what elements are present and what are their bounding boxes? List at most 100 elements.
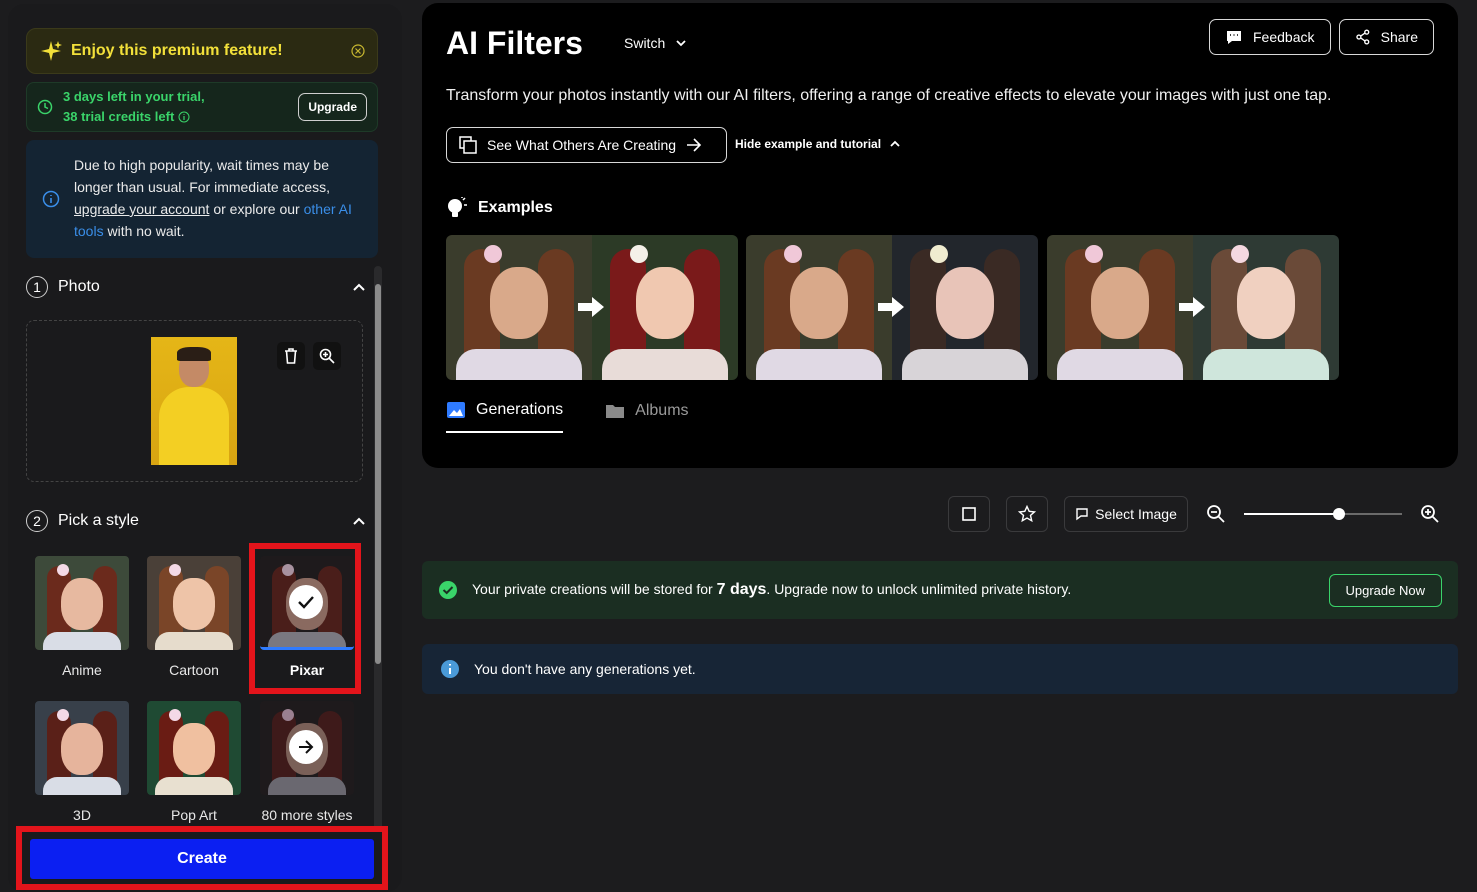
switch-label: Switch bbox=[624, 35, 666, 51]
examples-header: Examples bbox=[446, 197, 553, 219]
share-button[interactable]: Share bbox=[1339, 19, 1434, 55]
page-description: Transform your photos instantly with our… bbox=[446, 87, 1332, 104]
page-title: AI Filters bbox=[446, 25, 583, 61]
sparkle-icon bbox=[41, 41, 62, 61]
style-option-cartoon[interactable]: Cartoon bbox=[147, 556, 241, 678]
arrow-right-icon bbox=[299, 740, 314, 754]
zoom-in-icon bbox=[319, 348, 335, 364]
zoom-slider[interactable] bbox=[1244, 508, 1402, 520]
close-icon[interactable] bbox=[351, 44, 365, 58]
empty-state-message: You don't have any generations yet. bbox=[474, 661, 696, 677]
switch-dropdown[interactable]: Switch bbox=[624, 35, 687, 51]
style-label: Anime bbox=[62, 662, 102, 678]
example-card[interactable] bbox=[1047, 235, 1339, 380]
storage-message: Your private creations will be stored fo… bbox=[472, 581, 1072, 598]
trial-status: 3 days left in your trial, 38 trial cred… bbox=[26, 82, 378, 132]
chevron-up-icon bbox=[890, 140, 900, 147]
info-icon bbox=[42, 190, 60, 208]
style-label: 3D bbox=[73, 807, 91, 823]
examples-title: Examples bbox=[478, 199, 553, 216]
zoom-in-icon[interactable] bbox=[1420, 504, 1440, 524]
clock-icon bbox=[37, 99, 53, 115]
tab-albums[interactable]: Albums bbox=[605, 401, 689, 433]
step-title: Photo bbox=[58, 278, 100, 295]
zoom-out-icon[interactable] bbox=[1206, 504, 1226, 524]
select-all-checkbox[interactable] bbox=[948, 496, 990, 532]
tab-generations[interactable]: Generations bbox=[446, 401, 564, 433]
arrow-right-icon bbox=[878, 297, 904, 317]
example-card[interactable] bbox=[446, 235, 738, 380]
hide-tutorial-toggle[interactable]: Hide example and tutorial bbox=[735, 137, 901, 151]
notice-text: Due to high popularity, wait times may b… bbox=[74, 157, 331, 195]
arrow-right-icon bbox=[687, 138, 702, 152]
content-tabs: Generations Albums bbox=[446, 401, 689, 433]
check-circle-icon bbox=[439, 581, 457, 599]
gallery-icon bbox=[459, 136, 477, 154]
upgrade-now-button[interactable]: Upgrade Now bbox=[1328, 573, 1442, 607]
select-image-button[interactable]: Select Image bbox=[1064, 496, 1188, 532]
zoom-photo-button[interactable] bbox=[313, 342, 341, 370]
style-thumbnail bbox=[35, 701, 129, 795]
step-style-header[interactable]: 2 Pick a style bbox=[26, 509, 366, 533]
style-label: Pop Art bbox=[171, 807, 217, 823]
storage-banner: Your private creations will be stored fo… bbox=[422, 561, 1458, 619]
delete-photo-button[interactable] bbox=[277, 342, 305, 370]
chevron-up-icon[interactable] bbox=[352, 282, 366, 292]
step-number: 2 bbox=[26, 510, 48, 532]
wait-time-notice: Due to high popularity, wait times may b… bbox=[26, 140, 378, 258]
tab-label: Albums bbox=[635, 402, 689, 419]
style-thumbnail bbox=[147, 556, 241, 650]
trash-icon bbox=[285, 348, 297, 364]
trial-days-left: 3 days left in your trial, bbox=[63, 89, 205, 104]
step-title: Pick a style bbox=[58, 512, 139, 529]
message-icon bbox=[1227, 31, 1241, 44]
notice-text-2: or explore our bbox=[209, 201, 304, 217]
feedback-button[interactable]: Feedback bbox=[1209, 19, 1331, 55]
premium-banner: Enjoy this premium feature! bbox=[26, 28, 378, 74]
zoom-slider-handle[interactable] bbox=[1332, 508, 1345, 520]
step-number: 1 bbox=[26, 276, 48, 298]
square-icon bbox=[962, 507, 976, 521]
style-option-anime[interactable]: Anime bbox=[35, 556, 129, 678]
arrow-right-icon bbox=[578, 297, 604, 317]
more-styles-button[interactable]: 80 more styles bbox=[260, 701, 354, 823]
lightbulb-icon bbox=[448, 197, 467, 217]
upgrade-button[interactable]: Upgrade bbox=[298, 93, 367, 121]
notice-text-3: with no wait. bbox=[103, 223, 185, 239]
style-label: 80 more styles bbox=[261, 807, 353, 823]
upgrade-account-link[interactable]: upgrade your account bbox=[74, 201, 209, 217]
photo-dropzone[interactable] bbox=[26, 320, 363, 482]
empty-state: You don't have any generations yet. bbox=[422, 644, 1458, 694]
create-highlight bbox=[16, 826, 388, 890]
style-thumbnail bbox=[260, 701, 354, 795]
style-thumbnail bbox=[35, 556, 129, 650]
folder-icon bbox=[606, 405, 625, 418]
select-icon bbox=[1076, 508, 1088, 521]
share-label: Share bbox=[1380, 29, 1418, 45]
trial-credits-left: 38 trial credits left bbox=[63, 109, 175, 124]
info-icon[interactable] bbox=[178, 111, 190, 123]
arrow-right-icon bbox=[1179, 297, 1205, 317]
sidebar-scrollbar[interactable] bbox=[374, 266, 382, 832]
style-option-pop-art[interactable]: Pop Art bbox=[147, 701, 241, 823]
step-photo-header[interactable]: 1 Photo bbox=[26, 275, 366, 299]
pixar-highlight bbox=[249, 543, 361, 694]
hide-tutorial-label: Hide example and tutorial bbox=[735, 137, 882, 151]
style-thumbnail bbox=[147, 701, 241, 795]
see-others-button[interactable]: See What Others Are Creating bbox=[446, 127, 727, 163]
premium-text: Enjoy this premium feature! bbox=[71, 42, 283, 59]
star-icon bbox=[1018, 505, 1036, 523]
style-option-3d[interactable]: 3D bbox=[35, 701, 129, 823]
info-icon bbox=[441, 660, 459, 678]
share-icon bbox=[1356, 29, 1370, 45]
chevron-down-icon bbox=[676, 40, 686, 47]
see-others-label: See What Others Are Creating bbox=[487, 137, 677, 153]
style-label: Cartoon bbox=[169, 662, 219, 678]
chevron-up-icon[interactable] bbox=[352, 516, 366, 526]
main-panel: AI Filters Switch Feedback Share Transfo… bbox=[422, 3, 1458, 468]
favorites-button[interactable] bbox=[1006, 496, 1048, 532]
example-card[interactable] bbox=[746, 235, 1038, 380]
tab-label: Generations bbox=[476, 401, 564, 418]
sidebar: Enjoy this premium feature! 3 days left … bbox=[8, 4, 402, 892]
uploaded-photo bbox=[151, 337, 237, 465]
